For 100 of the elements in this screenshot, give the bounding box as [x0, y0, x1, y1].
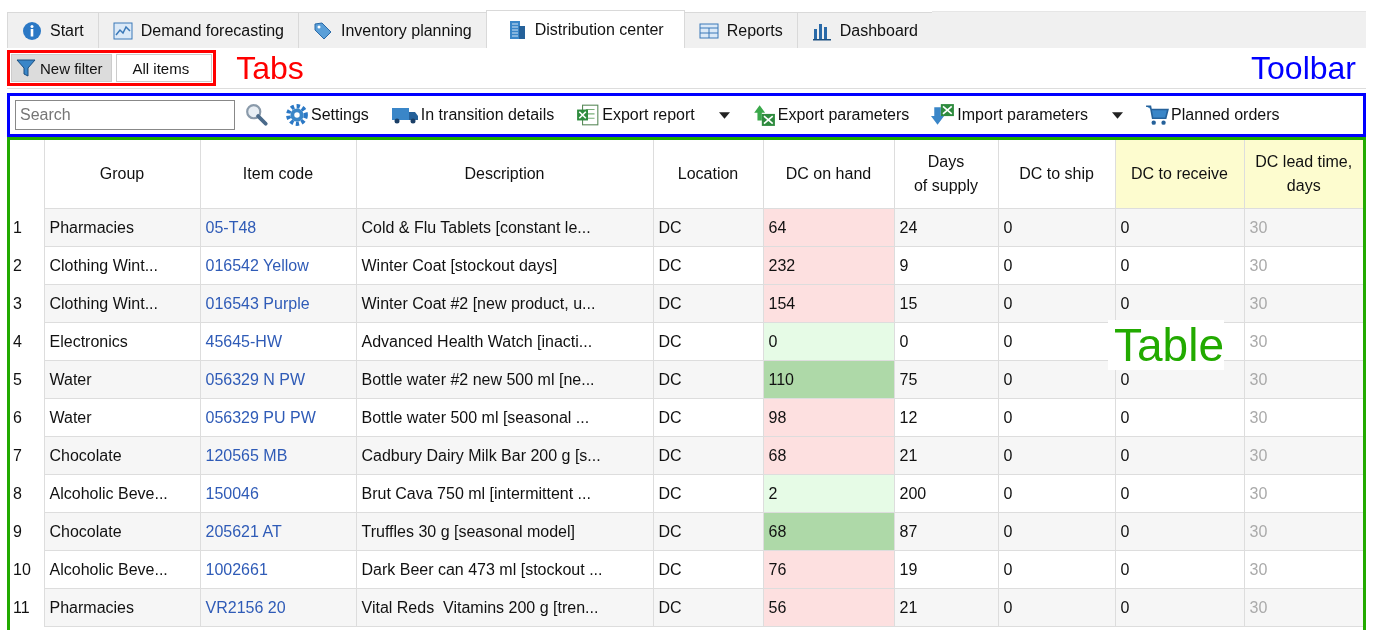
- column-header[interactable]: DC lead time, days: [1244, 140, 1363, 209]
- row-number: 5: [10, 360, 44, 399]
- table-cell: 0: [1115, 284, 1244, 323]
- table-cell: 68: [763, 436, 894, 475]
- down-arrow-spreadsheet-icon: [931, 103, 956, 127]
- info-icon: [22, 20, 42, 41]
- table-cell: 30: [1244, 284, 1363, 323]
- toolbar-button[interactable]: Import parameters: [925, 103, 1130, 127]
- table-cell: 98: [763, 398, 894, 437]
- table-cell: Cadbury Dairy Milk Bar 200 g [s...: [356, 436, 653, 475]
- table-cell: 0: [998, 474, 1115, 513]
- table-cell: 0: [998, 588, 1115, 627]
- table-cell: 0: [1115, 588, 1244, 627]
- table-cell: 0: [1115, 246, 1244, 285]
- tab[interactable]: Start: [7, 12, 99, 48]
- filter-tab[interactable]: New filter: [11, 54, 112, 82]
- annotation-label: Table: [1108, 320, 1224, 370]
- table-cell: 30: [1244, 512, 1363, 551]
- table-cell: DC: [653, 284, 763, 323]
- item-code-link[interactable]: VR2156 20: [200, 588, 356, 627]
- table-cell: Alcoholic Beve...: [44, 550, 200, 589]
- table-cell: 12: [894, 398, 998, 437]
- tag-icon: [313, 20, 333, 41]
- toolbar-button[interactable]: In transition details: [384, 104, 561, 126]
- item-code-link[interactable]: 205621 AT: [200, 512, 356, 551]
- table-cell: Clothing Wint...: [44, 284, 200, 323]
- table-cell: 21: [894, 588, 998, 627]
- table-cell: Bottle water 500 ml [seasonal ...: [356, 398, 653, 437]
- table-cell: 0: [1115, 436, 1244, 475]
- item-code-link[interactable]: 056329 N PW: [200, 360, 356, 399]
- table-cell: 30: [1244, 436, 1363, 475]
- table-cell: 64: [763, 208, 894, 247]
- item-code-link[interactable]: 016542 Yellow: [200, 246, 356, 285]
- table-cell: Clothing Wint...: [44, 246, 200, 285]
- table-cell: Water: [44, 360, 200, 399]
- item-code-link[interactable]: 016543 Purple: [200, 284, 356, 323]
- table-icon: [698, 20, 719, 41]
- up-arrow-spreadsheet-icon: [751, 103, 776, 127]
- annotation-label: Toolbar: [1250, 50, 1357, 86]
- table-cell: 19: [894, 550, 998, 589]
- row-number: 3: [10, 284, 44, 323]
- table-cell: 0: [998, 246, 1115, 285]
- table-cell: Alcoholic Beve...: [44, 474, 200, 513]
- table-cell: Pharmacies: [44, 208, 200, 247]
- table-cell: 0: [998, 436, 1115, 475]
- table-cell: Chocolate: [44, 436, 200, 475]
- item-code-link[interactable]: 05-T48: [200, 208, 356, 247]
- table-cell: 0: [1115, 550, 1244, 589]
- table-cell: 30: [1244, 208, 1363, 247]
- tab[interactable]: Reports: [683, 12, 798, 48]
- table-cell: Advanced Health Watch [inacti...: [356, 322, 653, 361]
- table-cell: DC: [653, 360, 763, 399]
- toolbar-button[interactable]: Export report: [570, 103, 736, 127]
- toolbar-button[interactable]: Planned orders: [1139, 103, 1286, 127]
- toolbar-button[interactable]: Settings: [279, 103, 375, 127]
- item-code-link[interactable]: 45645-HW: [200, 322, 356, 361]
- table-cell: 0: [998, 550, 1115, 589]
- filter-tab[interactable]: All items: [115, 54, 213, 82]
- item-code-link[interactable]: 1002661: [200, 550, 356, 589]
- table-cell: 30: [1244, 322, 1363, 361]
- row-number: 2: [10, 246, 44, 285]
- table-cell: Chocolate: [44, 512, 200, 551]
- table-cell: 0: [998, 284, 1115, 323]
- table-cell: 30: [1244, 550, 1363, 589]
- table-cell: DC: [653, 512, 763, 551]
- table-cell: 24: [894, 208, 998, 247]
- table-cell: 21: [894, 436, 998, 475]
- item-code-link[interactable]: 056329 PU PW: [200, 398, 356, 437]
- table-cell: 0: [894, 322, 998, 361]
- tab[interactable]: Dashboard: [796, 12, 933, 48]
- table-cell: 0: [998, 360, 1115, 399]
- table-cell: 15: [894, 284, 998, 323]
- column-header[interactable]: DC to receive: [1115, 140, 1244, 209]
- table-cell: 0: [1115, 398, 1244, 437]
- table-cell: Truffles 30 g [seasonal model]: [356, 512, 653, 551]
- annotation-label: Tabs: [235, 50, 304, 86]
- item-code-link[interactable]: 150046: [200, 474, 356, 513]
- table-cell: 9: [894, 246, 998, 285]
- table-cell: 0: [998, 208, 1115, 247]
- row-number: 6: [10, 398, 44, 437]
- table-cell: 200: [894, 474, 998, 513]
- gear-icon: [285, 103, 309, 127]
- item-code-link[interactable]: 120565 MB: [200, 436, 356, 475]
- table-cell: DC: [653, 588, 763, 627]
- table-cell: Electronics: [44, 322, 200, 361]
- table-cell: 0: [998, 398, 1115, 437]
- spreadsheet-icon: [576, 103, 601, 127]
- search-icon[interactable]: [245, 103, 269, 127]
- table-cell: 30: [1244, 360, 1363, 399]
- funnel-icon: [16, 58, 36, 78]
- toolbar-button[interactable]: Export parameters: [745, 103, 916, 127]
- tab[interactable]: Inventory planning: [298, 12, 487, 48]
- table-cell: Brut Cava 750 ml [intermittent ...: [356, 474, 653, 513]
- table-cell: 0: [1115, 512, 1244, 551]
- table-cell: 87: [894, 512, 998, 551]
- table-cell: DC: [653, 208, 763, 247]
- search-field[interactable]: Search: [15, 100, 235, 130]
- tab[interactable]: Demand forecasting: [97, 12, 299, 48]
- table-cell: Pharmacies: [44, 588, 200, 627]
- cart-icon: [1145, 103, 1170, 127]
